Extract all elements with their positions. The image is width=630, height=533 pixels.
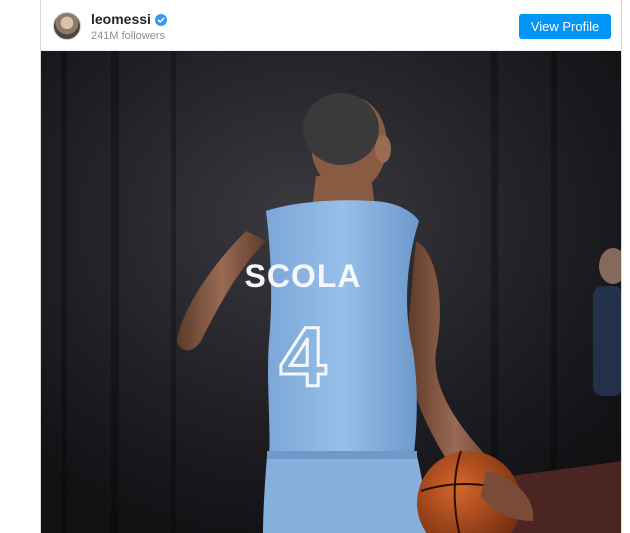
verified-badge-icon	[154, 13, 167, 26]
post-photo[interactable]: SCOLA 4	[41, 51, 621, 533]
hair	[303, 93, 379, 165]
jersey-name: SCOLA	[245, 258, 362, 294]
post-header: leomessi 241M followers View Profile	[41, 0, 621, 51]
username-row: leomessi	[91, 11, 167, 27]
user-info: leomessi 241M followers	[91, 11, 167, 43]
waistband	[267, 451, 417, 459]
shorts	[263, 456, 429, 533]
avatar[interactable]	[53, 12, 81, 40]
view-profile-button[interactable]: View Profile	[519, 14, 611, 39]
instagram-embed: leomessi 241M followers View Profile SCO…	[40, 0, 622, 533]
ear	[375, 135, 391, 163]
basketball-player-image: SCOLA 4	[41, 51, 621, 533]
follower-count: 241M followers	[91, 30, 165, 42]
background-person-body	[593, 286, 621, 396]
username[interactable]: leomessi	[91, 11, 151, 27]
jersey-number: 4	[280, 310, 327, 404]
